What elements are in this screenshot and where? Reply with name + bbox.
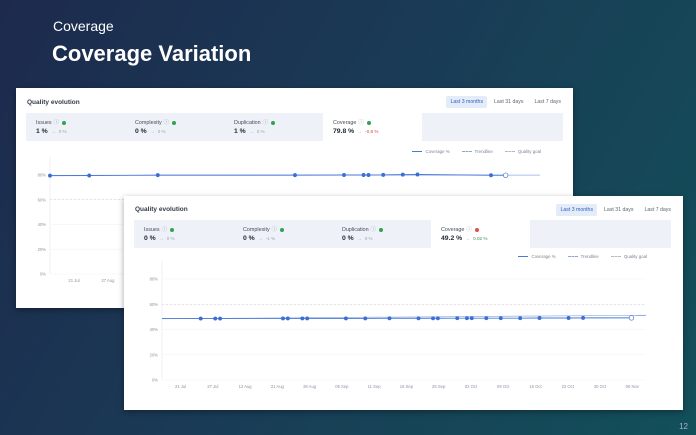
coverage-data-point [213, 316, 218, 321]
x-tick-label: 25 Sep [432, 384, 446, 389]
x-tick-label: 06 Nov [626, 384, 640, 389]
x-tick-label: 28 Aug [303, 384, 317, 389]
x-tick-label: 21 Jul [175, 384, 186, 389]
coverage-data-point [281, 316, 285, 321]
slide-title: Coverage Variation [52, 41, 252, 66]
y-tick-label: 80% [38, 173, 47, 178]
coverage-data-point [566, 316, 571, 320]
coverage-data-point [381, 172, 386, 177]
quality-evolution-card-new: Quality evolution Last 3 months Last 31 da… [124, 196, 683, 410]
x-tick-label: 12 Aug [239, 384, 253, 389]
coverage-data-point [400, 172, 405, 177]
y-tick-label: 0% [152, 378, 158, 383]
coverage-data-point [361, 173, 366, 177]
y-tick-label: 20% [150, 352, 159, 357]
y-tick-label: 60% [38, 197, 47, 202]
coverage-data-point [416, 316, 421, 321]
y-tick-label: 40% [38, 222, 47, 227]
coverage-data-point [503, 172, 509, 178]
coverage-chart: 80% 60% 40% 20% 0% 21 Jul 27 Jul 12 Aug 21 Aug 28… [150, 261, 647, 389]
coverage-data-point [155, 173, 160, 178]
slide-page-number: 12 [679, 422, 688, 431]
x-tick-label: 02 Oct [465, 384, 478, 389]
coverage-data-point [300, 316, 305, 321]
x-tick-label: 05 Sep [335, 384, 349, 389]
coverage-data-point [455, 316, 460, 321]
x-tick-label: 27 Jul [207, 384, 218, 389]
coverage-data-point [537, 316, 542, 320]
x-tick-label: 21 Aug [271, 384, 285, 389]
x-tick-label: 16 Oct [529, 384, 542, 389]
slide-subtitle: Coverage [53, 18, 114, 34]
coverage-data-point [363, 316, 368, 321]
coverage-data-point [435, 316, 440, 321]
coverage-data-point [293, 173, 297, 178]
coverage-data-point [218, 316, 223, 321]
x-tick-label: 23 Oct [562, 384, 575, 389]
coverage-data-point [305, 316, 310, 321]
coverage-data-point [581, 315, 586, 320]
coverage-data-point [464, 316, 469, 321]
x-tick-label: 09 Oct [497, 384, 510, 389]
x-tick-label: 30 Oct [594, 384, 607, 389]
coverage-data-point [285, 316, 290, 321]
coverage-data-point [48, 173, 52, 178]
coverage-data-point [342, 173, 346, 177]
coverage-data-point [387, 316, 392, 321]
x-tick-label: 11 Sep [368, 384, 382, 389]
y-tick-label: 40% [150, 327, 159, 332]
coverage-data-point [489, 173, 493, 178]
coverage-data-point [628, 315, 635, 321]
coverage-data-point [469, 316, 474, 321]
coverage-data-point [415, 172, 420, 177]
x-tick-label: 18 Sep [400, 384, 414, 389]
coverage-data-point [366, 173, 371, 177]
x-tick-label: 21 Jul [68, 278, 79, 283]
x-tick-label: 27 Aug [101, 278, 115, 283]
coverage-data-point [198, 316, 203, 321]
coverage-data-point [87, 173, 92, 178]
coverage-data-point [431, 316, 435, 321]
coverage-data-point [343, 316, 348, 321]
y-tick-label: 80% [150, 277, 159, 282]
coverage-data-point [484, 316, 489, 321]
y-tick-label: 20% [38, 247, 47, 252]
y-tick-label: 60% [150, 302, 159, 307]
y-tick-label: 0% [40, 272, 46, 277]
coverage-data-point [498, 316, 503, 321]
coverage-data-point [518, 316, 523, 321]
